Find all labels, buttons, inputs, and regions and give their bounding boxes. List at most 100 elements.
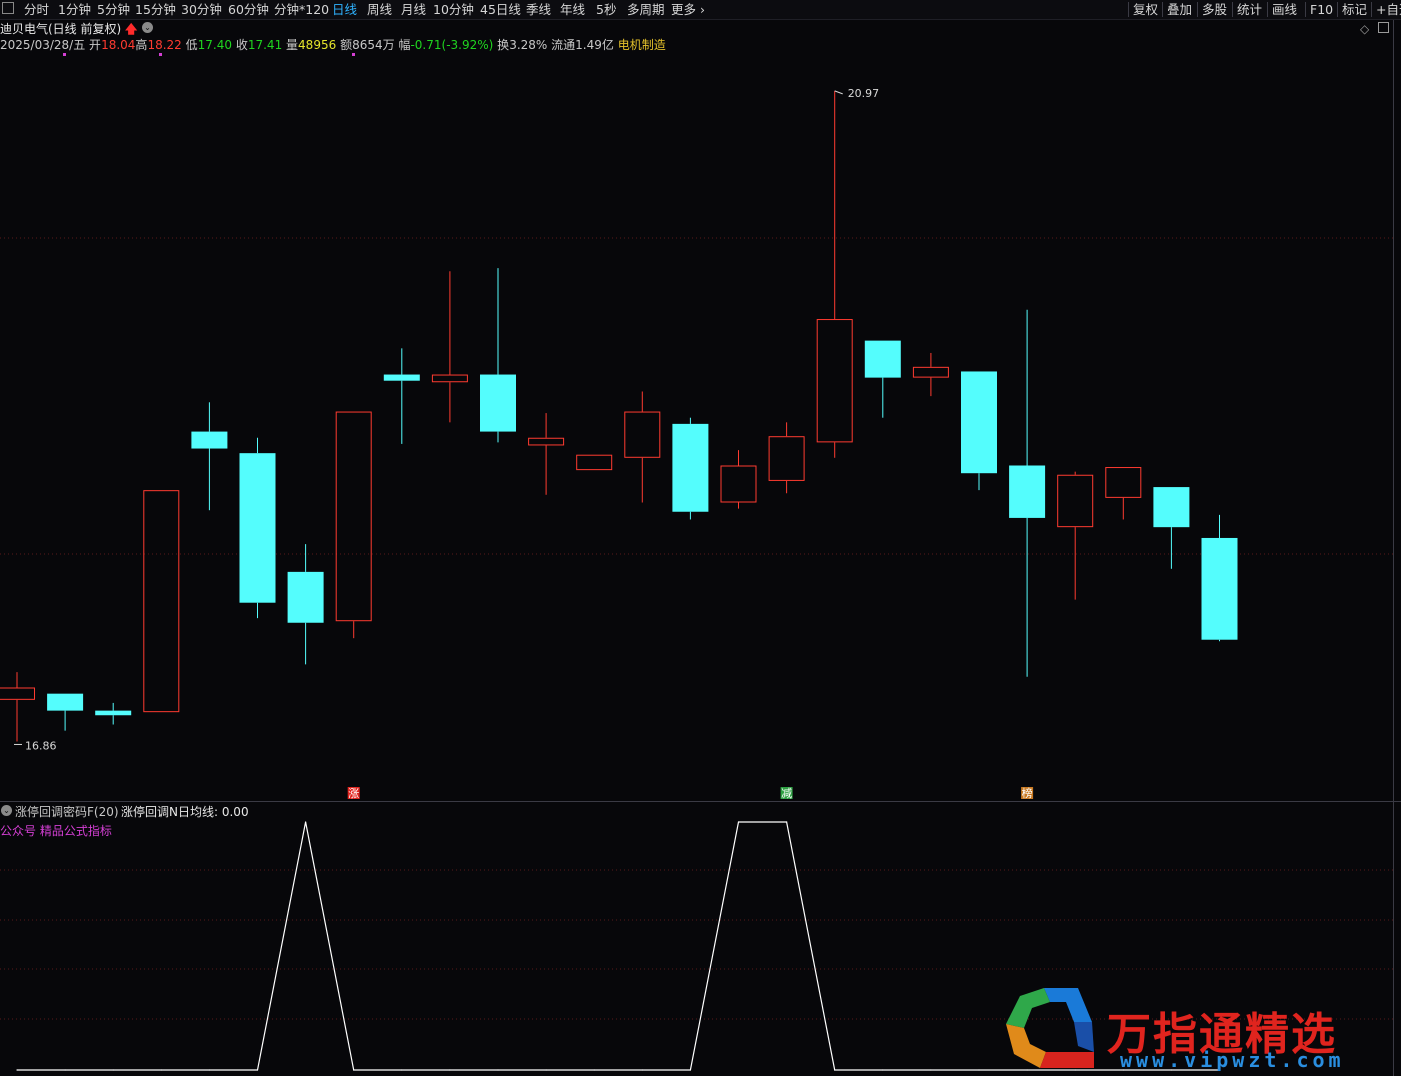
max-price-pointer [834, 90, 843, 95]
period-tab-15[interactable]: 多周期 [627, 1, 665, 18]
signal-label-2: 榜 [1022, 786, 1033, 800]
industry-label[interactable]: 电机制造 [618, 38, 666, 52]
low-value: 17.40 [197, 38, 232, 52]
candle-body-8 [383, 374, 420, 381]
indicator-point-20 [978, 1069, 980, 1071]
indicator-point-17 [834, 1069, 836, 1071]
period-tab-14[interactable]: 5秒 [596, 1, 616, 18]
indicator-chevron-icon[interactable]: ⌄ [1, 805, 12, 816]
period-tab-11[interactable]: 45日线 [480, 1, 521, 18]
indicator-point-18 [882, 1069, 884, 1071]
indicator-point-1 [64, 1069, 66, 1071]
indicator-point-12 [593, 1069, 595, 1071]
signal-label-1: 减 [781, 787, 792, 800]
dropdown-chevron-icon[interactable]: ⌄ [142, 22, 153, 33]
toolbar-button-7[interactable]: +自选 [1376, 1, 1401, 18]
change-label: 幅 [398, 38, 411, 52]
candle-body-10 [480, 374, 516, 432]
indicator-point-8 [401, 1069, 403, 1071]
indicator-point-6 [305, 821, 307, 823]
indicator-point-11 [545, 1069, 547, 1071]
candle-body-25 [1201, 537, 1238, 640]
candle-body-3 [143, 490, 180, 713]
volume-label: 量 [286, 38, 299, 52]
toolbar-button-2[interactable]: 多股 [1202, 1, 1227, 18]
candle-body-7 [335, 411, 372, 622]
amount-label: 额 [340, 38, 353, 52]
candle-body-5 [239, 453, 276, 603]
toolbar-separator [1371, 2, 1372, 17]
close-value: 17.41 [247, 38, 283, 52]
candle-body-12 [576, 454, 613, 471]
period-tab-6[interactable]: 分钟*120 [274, 1, 329, 18]
period-tab-9[interactable]: 月线 [401, 1, 426, 18]
min-price-label: 16.86 [25, 739, 57, 752]
indicator-point-4 [208, 1069, 210, 1071]
indicator-point-9 [449, 1069, 451, 1071]
quote-marker-0 [63, 53, 66, 56]
stock-title: 迪贝电气(日线 前复权) [0, 22, 122, 36]
indicator-point-10 [497, 1069, 499, 1071]
indicator-point-0 [16, 1069, 18, 1071]
indicator-point-5 [256, 1069, 259, 1071]
candle-body-19 [912, 366, 949, 378]
toolbar-separator [1197, 2, 1198, 17]
indicator-point-7 [353, 1069, 355, 1071]
toolbar-separator [1162, 2, 1163, 17]
candle-body-22 [1057, 474, 1094, 528]
low-label: 低 [185, 38, 198, 52]
volume-value: 48956 [298, 38, 337, 52]
period-toolbar: 分时 1分钟 5分钟 15分钟 30分钟 60分钟 分钟*120 日线 周线 月线 10分钟 45日线… [0, 0, 1401, 20]
panel-toggle-icon[interactable] [2, 2, 14, 14]
right-price-axis [1393, 20, 1401, 1076]
open-label: 开 [89, 38, 102, 52]
candle-body-14 [672, 423, 709, 512]
turnover-label: 换 [497, 38, 510, 52]
period-tab-0[interactable]: 分时 [24, 1, 49, 18]
period-tab-8[interactable]: 周线 [367, 1, 392, 18]
toolbar-button-5[interactable]: F10 [1310, 1, 1333, 18]
candle-body-15 [720, 465, 757, 503]
toolbar-button-3[interactable]: 统计 [1237, 1, 1262, 18]
period-tab-16[interactable]: 更多 › [671, 1, 705, 18]
indicator-point-19 [930, 1069, 932, 1071]
watermark-logo-icon [1006, 988, 1094, 1068]
indicator-point-13 [641, 1069, 643, 1071]
period-tab-5[interactable]: 60分钟 [228, 1, 269, 18]
candle-body-16 [768, 436, 805, 481]
period-tab-3[interactable]: 15分钟 [135, 1, 176, 18]
toolbar-separator [1232, 2, 1233, 17]
toolbar-button-0[interactable]: 复权 [1133, 1, 1158, 18]
high-label: 高 [135, 38, 148, 52]
period-tab-4[interactable]: 30分钟 [181, 1, 222, 18]
diamond-icon[interactable]: ◇ [1360, 22, 1369, 36]
float-value: 1.49亿 [575, 38, 614, 52]
period-tab-13[interactable]: 年线 [560, 1, 585, 18]
max-price-label: 20.97 [848, 87, 880, 100]
period-tab-2[interactable]: 5分钟 [97, 1, 130, 18]
indicator-point-2 [112, 1069, 114, 1071]
period-tab-12[interactable]: 季线 [526, 1, 551, 18]
candle-body-2 [95, 710, 132, 716]
high-value: 18.22 [147, 38, 182, 52]
candle-body-21 [1009, 465, 1046, 518]
indicator-point-14 [689, 1069, 692, 1071]
toolbar-separator [1305, 2, 1306, 17]
toolbar-separator [1128, 2, 1129, 17]
toolbar-separator [1337, 2, 1338, 17]
close-label: 收 [235, 38, 248, 52]
change-value: -0.71(-3.92%) [410, 38, 494, 52]
candle-body-24 [1153, 487, 1190, 528]
date-label: 2025/03/28/五 [0, 38, 86, 52]
toolbar-button-6[interactable]: 标记 [1342, 1, 1367, 18]
indicator-note: 公众号 精品公式指标 [0, 824, 112, 838]
candle-body-18 [864, 340, 901, 378]
period-tab-7[interactable]: 日线 [332, 1, 357, 18]
period-tab-10[interactable]: 10分钟 [433, 1, 474, 18]
window-icon[interactable] [1378, 22, 1389, 33]
candle-body-0 [0, 687, 35, 700]
indicator-name[interactable]: 涨停回调密码F(20) [15, 803, 119, 820]
toolbar-button-4[interactable]: 画线 [1272, 1, 1297, 18]
period-tab-1[interactable]: 1分钟 [58, 1, 91, 18]
toolbar-button-1[interactable]: 叠加 [1167, 1, 1192, 18]
